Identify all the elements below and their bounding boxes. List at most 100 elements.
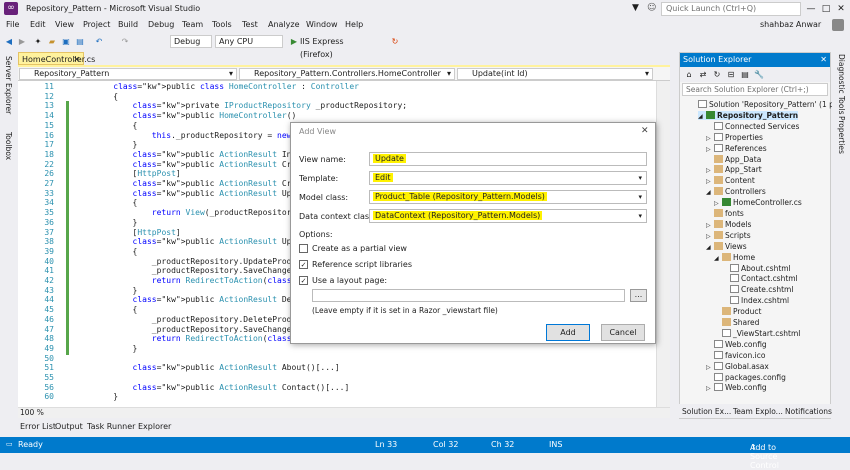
tree-item[interactable]: ▷ Models (706, 219, 751, 229)
menu-view[interactable]: View (55, 20, 74, 29)
tree-solution[interactable]: Solution 'Repository_Pattern' (1 proj (690, 100, 844, 109)
menu-edit[interactable]: Edit (30, 20, 46, 29)
sync-icon[interactable]: ⇄ (698, 68, 708, 81)
member-dropdown[interactable]: Update(int Id) ▾ (457, 68, 653, 80)
expand-arrow-icon[interactable]: ▷ (706, 385, 714, 392)
expand-arrow-icon[interactable]: ▷ (706, 364, 714, 371)
collapse-icon[interactable]: ⊟ (726, 68, 736, 81)
new-project-icon[interactable]: ✦ (33, 35, 43, 48)
tree-item[interactable]: ▷ Content (706, 176, 755, 185)
server-explorer-tab[interactable]: Server Explorer (4, 56, 13, 114)
tree-item[interactable]: Index.cshtml (722, 296, 789, 305)
redo-icon[interactable]: ↷ (120, 35, 130, 48)
menu-file[interactable]: File (6, 20, 19, 29)
tree-item[interactable]: Contact.cshtml (722, 274, 798, 283)
tree-item[interactable]: ▷ References (706, 143, 767, 153)
menu-test[interactable]: Test (242, 20, 258, 29)
tree-item[interactable]: ▷ Web.config (706, 383, 767, 392)
back-icon[interactable]: ◀ (4, 35, 14, 48)
minimize-icon[interactable]: — (804, 2, 818, 16)
diagnostic-tools-tab[interactable]: Diagnostic Tools (837, 54, 846, 114)
forward-icon[interactable]: ▶ (17, 35, 27, 48)
refresh-icon[interactable]: ↻ (390, 35, 400, 48)
expand-arrow-icon[interactable]: ◢ (714, 255, 722, 262)
menu-help[interactable]: Help (345, 20, 363, 29)
tree-item[interactable]: favicon.ico (706, 350, 765, 360)
expand-arrow-icon[interactable]: ▷ (706, 233, 714, 240)
properties-icon[interactable]: 🔧 (754, 68, 764, 81)
tree-item[interactable]: ◢ Controllers (706, 187, 766, 196)
expand-arrow-icon[interactable]: ▷ (706, 222, 714, 229)
tree-item[interactable]: ▷ HomeController.cs (714, 198, 802, 207)
template-select[interactable]: Edit ▾ (369, 171, 647, 185)
maximize-icon[interactable]: □ (819, 2, 833, 16)
class-dropdown[interactable]: Repository_Pattern.Controllers.HomeContr… (239, 68, 455, 80)
tab-notifications[interactable]: Notifications (785, 407, 832, 416)
tree-item[interactable]: ▷ Global.asax (706, 361, 769, 371)
open-folder-icon[interactable]: ▰ (47, 35, 57, 48)
tree-item[interactable]: Web.config (706, 339, 767, 349)
dialog-close-icon[interactable]: ✕ (641, 126, 649, 136)
expand-arrow-icon[interactable]: ▷ (706, 178, 714, 185)
feedback-icon[interactable]: ☺ (647, 3, 656, 13)
home-icon[interactable]: ⌂ (684, 68, 694, 81)
menu-debug[interactable]: Debug (148, 20, 174, 29)
tree-item[interactable]: Connected Services (706, 121, 799, 131)
tree-item[interactable]: ◢ Repository_Pattern (698, 110, 799, 120)
configuration-select[interactable]: Debug (170, 35, 212, 48)
save-all-icon[interactable]: ▤ (75, 35, 85, 48)
menu-analyze[interactable]: Analyze (268, 20, 300, 29)
expand-arrow-icon[interactable]: ▷ (714, 200, 722, 207)
horizontal-scrollbar[interactable] (18, 407, 670, 418)
menu-project[interactable]: Project (83, 20, 110, 29)
expand-arrow-icon[interactable]: ◢ (706, 244, 714, 251)
tab-output[interactable]: Output (55, 422, 83, 431)
run-button[interactable]: IIS Express (Firefox) (300, 35, 372, 59)
user-name[interactable]: shahbaz Anwar (760, 20, 821, 29)
tab-solution-explorer[interactable]: Solution Ex... (682, 407, 731, 416)
tree-item[interactable]: ▷ App_Start (706, 165, 762, 174)
close-icon[interactable]: ✕ (834, 2, 848, 16)
tree-item[interactable]: fonts (706, 209, 744, 218)
tab-task-runner[interactable]: Task Runner Explorer (87, 422, 171, 431)
menu-window[interactable]: Window (306, 20, 338, 29)
script-libraries-checkbox[interactable]: ✓ (299, 260, 308, 269)
menu-team[interactable]: Team (182, 20, 203, 29)
add-button[interactable]: Add (546, 324, 590, 341)
tree-item[interactable]: Create.cshtml (722, 285, 793, 294)
tree-item[interactable]: ▷ Properties (706, 132, 763, 142)
menu-tools[interactable]: Tools (212, 20, 232, 29)
tab-homecontroller[interactable]: HomeController.cs ✕ (18, 52, 95, 65)
quick-launch-input[interactable]: Quick Launch (Ctrl+Q) (661, 2, 801, 16)
browse-button[interactable]: ... (630, 289, 647, 302)
partial-view-checkbox[interactable] (299, 244, 308, 253)
close-panel-icon[interactable]: ✕ (820, 53, 827, 67)
avatar[interactable] (832, 19, 844, 31)
expand-arrow-icon[interactable]: ◢ (698, 113, 706, 120)
tree-item[interactable]: _ViewStart.cshtml (714, 328, 800, 338)
tree-item[interactable]: Shared (714, 318, 759, 327)
toolbox-tab[interactable]: Toolbox (4, 132, 13, 160)
tab-error-list[interactable]: Error List (20, 422, 56, 431)
project-dropdown[interactable]: Repository_Pattern ▾ (19, 68, 237, 80)
cancel-button[interactable]: Cancel (601, 324, 645, 341)
properties-tab[interactable]: Properties (837, 116, 846, 154)
show-all-icon[interactable]: ▤ (740, 68, 750, 81)
view-name-input[interactable]: Update (369, 152, 647, 166)
run-icon[interactable]: ▶ (289, 35, 299, 48)
tree-item[interactable]: packages.config (706, 372, 786, 382)
tree-item[interactable]: ◢ Views (706, 241, 747, 251)
tree-item[interactable]: App_Data (706, 154, 761, 164)
expand-arrow-icon[interactable]: ◢ (706, 189, 714, 196)
undo-icon[interactable]: ↶ (94, 35, 104, 48)
tree-item[interactable]: ◢ Home (714, 252, 755, 262)
vertical-scrollbar[interactable] (656, 81, 670, 407)
refresh-icon[interactable]: ↻ (712, 68, 722, 81)
tab-team-explorer[interactable]: Team Explo... (733, 407, 783, 416)
tree-item[interactable]: ▷ Scripts (706, 230, 751, 240)
tree-item[interactable]: Product (714, 307, 761, 316)
expand-arrow-icon[interactable]: ▷ (706, 146, 714, 153)
platform-select[interactable]: Any CPU (215, 35, 283, 48)
tree-item[interactable]: About.cshtml (722, 263, 791, 273)
expand-arrow-icon[interactable]: ▷ (706, 135, 714, 142)
